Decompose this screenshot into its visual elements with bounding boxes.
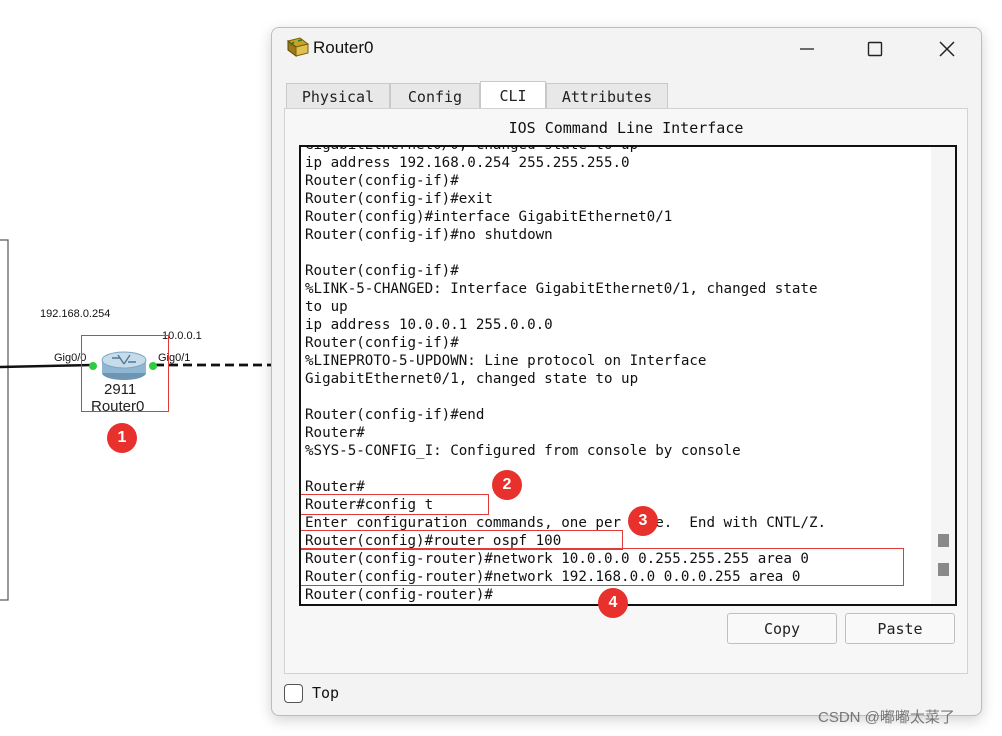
window-title: Router0 xyxy=(313,38,374,57)
scrollbar-thumb-upper[interactable] xyxy=(938,534,949,547)
tab-attributes[interactable]: Attributes xyxy=(546,83,668,109)
copy-button[interactable]: Copy xyxy=(727,613,837,644)
close-icon xyxy=(939,41,955,57)
cli-panel: IOS Command Line Interface GigabitEthern… xyxy=(284,108,968,674)
scrollbar-thumb-lower[interactable] xyxy=(938,563,949,576)
close-button[interactable] xyxy=(923,32,971,66)
maximize-button[interactable] xyxy=(851,32,899,66)
top-label: Top xyxy=(312,684,340,702)
router-window[interactable]: Router0 Physical Config CLI Attributes I… xyxy=(271,27,982,716)
cli-terminal[interactable]: GigabitEthernet0/0, changed state to up … xyxy=(299,145,957,606)
terminal-line: Router(config-if)#no shutdown xyxy=(305,227,553,243)
top-option[interactable]: Top xyxy=(284,682,339,704)
terminal-line: %SYS-5-CONFIG_I: Configured from console… xyxy=(305,443,741,459)
annotation-marker-4: 4 xyxy=(598,588,628,618)
window-titlebar[interactable]: Router0 xyxy=(272,28,981,70)
terminal-line: GigabitEthernet0/0, changed state to up xyxy=(305,145,639,153)
terminal-line: Router# xyxy=(305,425,365,441)
terminal-scrollbar[interactable] xyxy=(931,147,955,604)
minimize-icon xyxy=(800,48,814,50)
tab-cli[interactable]: CLI xyxy=(480,81,546,110)
paste-button[interactable]: Paste xyxy=(845,613,955,644)
terminal-line: %LINK-5-CHANGED: Interface GigabitEthern… xyxy=(305,281,818,297)
maximize-icon xyxy=(867,41,883,57)
router-model-label: 2911 xyxy=(104,381,137,398)
highlight-config-t xyxy=(301,494,489,515)
watermark-text: CSDN @嘟嘟太菜了 xyxy=(818,709,955,726)
terminal-line: Router(config-if)# xyxy=(305,263,459,279)
highlight-network-commands xyxy=(301,548,904,586)
terminal-line: Router(config-if)#end xyxy=(305,407,485,423)
packet-tracer-app-icon xyxy=(286,37,310,57)
terminal-line: Router(config-if)# xyxy=(305,173,459,189)
terminal-line: to up xyxy=(305,299,348,315)
router-name-label: Router0 xyxy=(91,398,145,415)
terminal-line: Router(config-if)# xyxy=(305,335,459,351)
minimize-button[interactable] xyxy=(783,32,831,66)
terminal-line: %LINEPROTO-5-UPDOWN: Line protocol on In… xyxy=(305,353,707,369)
switch-device-edge xyxy=(0,239,9,601)
terminal-line: ip address 192.168.0.254 255.255.255.0 xyxy=(305,155,630,171)
highlight-router-ospf xyxy=(301,530,623,550)
annotation-marker-1: 1 xyxy=(107,423,137,453)
terminal-line: Router(config-router)# xyxy=(305,587,493,603)
terminal-line: Router(config-if)#exit xyxy=(305,191,493,207)
tab-physical[interactable]: Physical xyxy=(286,83,390,109)
terminal-line: Router(config)#interface GigabitEthernet… xyxy=(305,209,673,225)
panel-heading: IOS Command Line Interface xyxy=(508,119,744,137)
tab-config[interactable]: Config xyxy=(390,83,480,109)
top-checkbox[interactable] xyxy=(284,683,303,703)
terminal-line: GigabitEthernet0/1, changed state to up xyxy=(305,371,639,387)
link-gig0-0 xyxy=(0,363,93,369)
annotation-marker-3: 3 xyxy=(628,506,658,536)
annotation-marker-2: 2 xyxy=(492,470,522,500)
left-ip-label: 192.168.0.254 xyxy=(40,308,111,320)
terminal-line: ip address 10.0.0.1 255.0.0.0 xyxy=(305,317,553,333)
